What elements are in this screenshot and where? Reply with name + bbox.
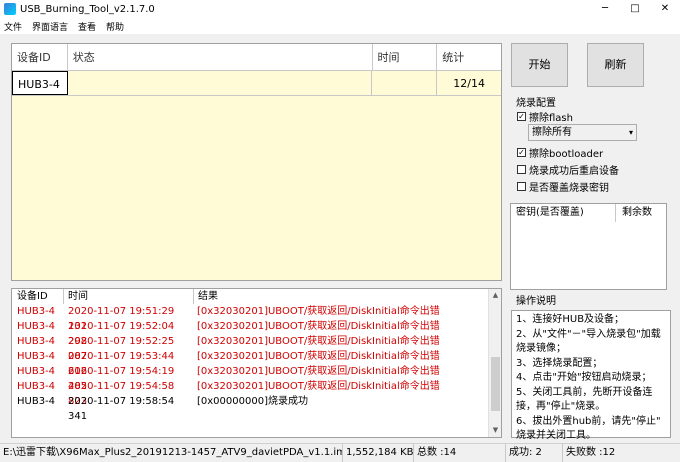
- device-count-cell: 12/14: [453, 77, 485, 90]
- log-time: 2020-11-07 19:54:58 823: [68, 381, 175, 407]
- log-device: HUB3-4: [17, 366, 56, 377]
- log-row[interactable]: HUB3-4 2020-11-07 19:54:58 823 [0x320302…: [12, 379, 501, 407]
- help-text: 1、连接好HUB及设备； 2、从"文件"－"导入烧录包"加载 烧录镜像； 3、选…: [511, 310, 671, 441]
- minimize-button[interactable]: ─: [590, 0, 620, 18]
- status-bar: E:\迅雷下载\X96Max_Plus2_20191213-1457_ATV9_…: [0, 443, 680, 462]
- log-device: HUB3-4: [17, 351, 56, 362]
- log-time: 2020-11-07 19:52:25 087: [68, 336, 175, 362]
- menu-view[interactable]: 查看: [78, 20, 96, 33]
- erase-mode-value: 擦除所有: [532, 127, 572, 138]
- grid-header-time[interactable]: 时间: [373, 44, 438, 70]
- log-device: HUB3-4: [17, 396, 56, 407]
- total-count: 总数 :14: [414, 444, 506, 462]
- menu-bar: 文件 界面语言 查看 帮助: [0, 18, 680, 34]
- window-title: USB_Burning_Tool_v2.1.7.0: [20, 3, 155, 15]
- grid-header-status[interactable]: 状态: [68, 44, 373, 70]
- help-line: 4、点击"开始"按钮启动烧录；: [516, 372, 652, 383]
- help-line: 2、从"文件"－"导入烧录包"加载: [516, 328, 661, 340]
- help-line: 6、拔出外置hub前，请先"停止": [516, 415, 661, 427]
- log-row[interactable]: HUB3-4 2020-11-07 19:58:54 341 [0x000000…: [12, 394, 501, 422]
- menu-help[interactable]: 帮助: [106, 20, 124, 33]
- checkbox-checked-icon[interactable]: ✓: [517, 112, 526, 121]
- log-row[interactable]: HUB3-4 2020-11-07 19:52:25 087 [0x320302…: [12, 334, 501, 362]
- overwrite-key-checkbox[interactable]: 是否覆盖烧录密钥: [517, 179, 609, 194]
- erase-flash-label: 擦除flash: [529, 113, 573, 124]
- key-list-header: 密钥(是否覆盖) 剩余数: [511, 204, 666, 222]
- log-result: [0x32030201]UBOOT/获取返回/DiskInitial命令出错: [197, 321, 440, 332]
- title-bar: USB_Burning_Tool_v2.1.7.0 ─ □ ✕: [0, 0, 680, 18]
- table-row[interactable]: HUB3-4 12/14: [12, 71, 501, 96]
- help-line: 5、关闭工具前，先断开设备连: [516, 386, 653, 398]
- log-result: [0x32030201]UBOOT/获取返回/DiskInitial命令出错: [197, 336, 440, 347]
- start-button[interactable]: 开始: [511, 43, 568, 87]
- log-device: HUB3-4: [17, 381, 56, 392]
- device-id-cell[interactable]: HUB3-4: [12, 71, 68, 95]
- remain-col-header[interactable]: 剩余数: [616, 204, 652, 222]
- key-col-header[interactable]: 密钥(是否覆盖): [511, 204, 616, 222]
- erase-flash-checkbox[interactable]: ✓ 擦除flash: [517, 109, 573, 124]
- chevron-down-icon: ▾: [628, 128, 633, 137]
- log-row[interactable]: HUB3-4 2020-11-07 19:51:29 131 [0x320302…: [12, 304, 501, 332]
- erase-bootloader-checkbox[interactable]: ✓ 擦除bootloader: [517, 145, 603, 160]
- image-path: E:\迅雷下载\X96Max_Plus2_20191213-1457_ATV9_…: [0, 444, 343, 462]
- image-size: 1,552,184 KB: [343, 444, 414, 462]
- log-result: [0x00000000]烧录成功: [197, 396, 308, 407]
- help-line: 接，再"停止"烧录。: [516, 401, 606, 412]
- log-row[interactable]: HUB3-4 2020-11-07 19:53:44 616 [0x320302…: [12, 349, 501, 377]
- log-time: 2020-11-07 19:51:29 131: [68, 306, 175, 332]
- log-time: 2020-11-07 19:54:19 485: [68, 366, 175, 392]
- menu-language[interactable]: 界面语言: [32, 20, 68, 33]
- fail-count: 失败数 :12: [566, 447, 616, 458]
- help-line: 烧录镜像；: [516, 343, 566, 354]
- close-button[interactable]: ✕: [650, 0, 680, 18]
- checkbox-icon[interactable]: [517, 182, 526, 191]
- checkbox-checked-icon[interactable]: ✓: [517, 148, 526, 157]
- key-list[interactable]: 密钥(是否覆盖) 剩余数: [510, 203, 667, 290]
- erase-mode-select[interactable]: 擦除所有 ▾: [528, 124, 637, 141]
- log-row[interactable]: HUB3-4 2020-11-07 19:52:04 298 [0x320302…: [12, 319, 501, 347]
- log-scrollbar[interactable]: ▲ ▼: [488, 289, 501, 437]
- log-device: HUB3-4: [17, 306, 56, 317]
- log-header-device[interactable]: 设备ID: [12, 289, 64, 304]
- log-time: 2020-11-07 19:52:04 298: [68, 321, 175, 347]
- success-count: 成功: 2: [506, 444, 563, 462]
- help-panel: 操作说明 1、连接好HUB及设备； 2、从"文件"－"导入烧录包"加载 烧录镜像…: [511, 294, 671, 441]
- grid-header-stats[interactable]: 统计: [437, 44, 501, 70]
- config-title: 烧录配置: [516, 98, 556, 109]
- grid-header-device[interactable]: 设备ID: [12, 44, 68, 70]
- help-line: 1、连接好HUB及设备；: [516, 314, 625, 325]
- device-grid[interactable]: 设备ID 状态 时间 统计 HUB3-4 12/14: [11, 43, 502, 281]
- grid-header: 设备ID 状态 时间 统计: [12, 44, 501, 71]
- reboot-after-checkbox[interactable]: 烧录成功后重启设备: [517, 162, 619, 177]
- log-result: [0x32030201]UBOOT/获取返回/DiskInitial命令出错: [197, 351, 440, 362]
- checkbox-icon[interactable]: [517, 165, 526, 174]
- device-time-cell: [372, 71, 438, 95]
- scroll-up-icon[interactable]: ▲: [489, 289, 501, 302]
- log-result: [0x32030201]UBOOT/获取返回/DiskInitial命令出错: [197, 381, 440, 392]
- scrollbar-thumb[interactable]: [491, 357, 500, 411]
- log-row[interactable]: HUB3-4 2020-11-07 19:54:19 485 [0x320302…: [12, 364, 501, 392]
- log-time: 2020-11-07 19:53:44 616: [68, 351, 175, 377]
- log-list[interactable]: 设备ID 时间 结果 HUB3-4 2020-11-07 19:51:29 13…: [11, 288, 502, 438]
- help-line: 烧录并关闭工具。: [516, 430, 596, 441]
- log-device: HUB3-4: [17, 336, 56, 347]
- maximize-button[interactable]: □: [620, 0, 650, 18]
- log-header-time[interactable]: 时间: [64, 289, 194, 304]
- scroll-down-icon[interactable]: ▼: [489, 424, 501, 437]
- erase-bootloader-label: 擦除bootloader: [529, 149, 604, 160]
- app-icon: [4, 3, 16, 15]
- log-time: 2020-11-07 19:58:54 341: [68, 396, 175, 422]
- help-title: 操作说明: [516, 296, 556, 307]
- log-result: [0x32030201]UBOOT/获取返回/DiskInitial命令出错: [197, 306, 440, 317]
- log-device: HUB3-4: [17, 321, 56, 332]
- overwrite-key-label: 是否覆盖烧录密钥: [529, 183, 609, 194]
- log-header-result[interactable]: 结果: [194, 289, 218, 304]
- refresh-button[interactable]: 刷新: [587, 43, 644, 87]
- reboot-after-label: 烧录成功后重启设备: [529, 166, 619, 177]
- log-result: [0x32030201]UBOOT/获取返回/DiskInitial命令出错: [197, 366, 440, 377]
- device-status-cell: [68, 71, 373, 95]
- log-header: 设备ID 时间 结果: [12, 289, 501, 304]
- menu-file[interactable]: 文件: [4, 20, 22, 33]
- help-line: 3、选择烧录配置；: [516, 357, 603, 369]
